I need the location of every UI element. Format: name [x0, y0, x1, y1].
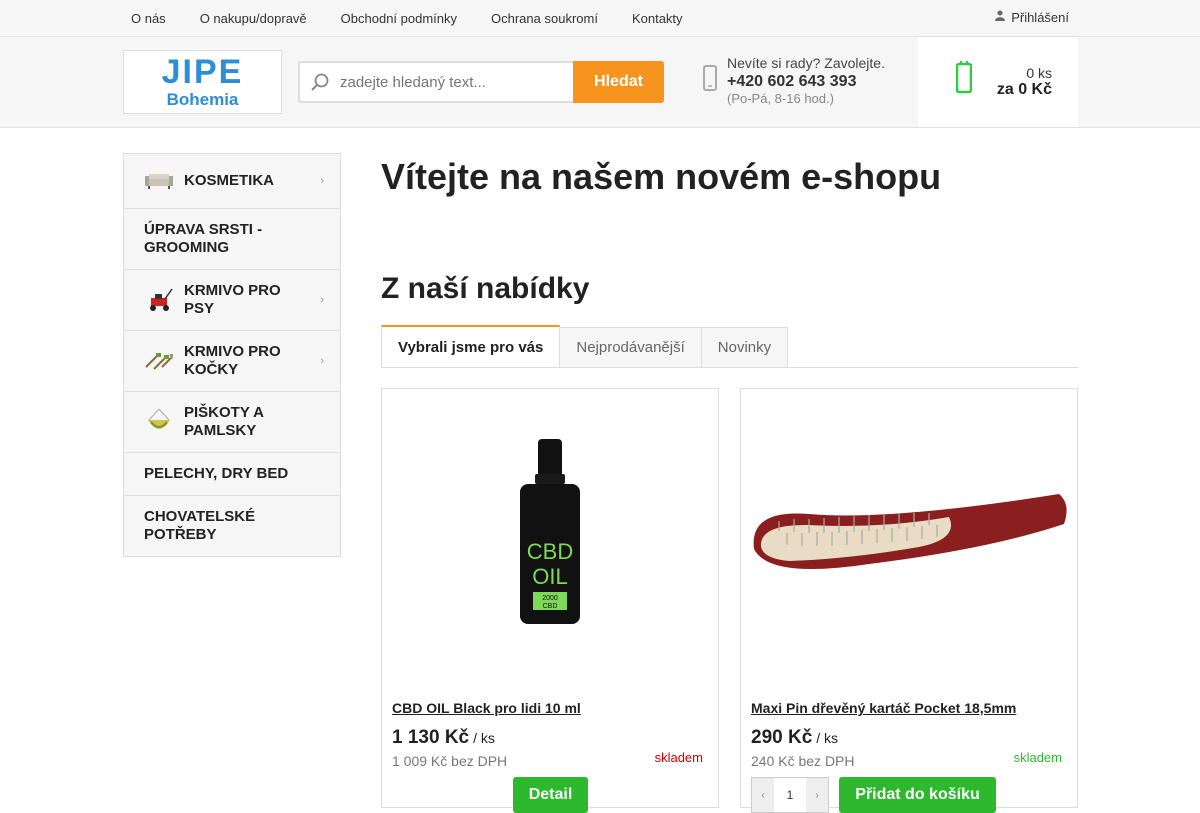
- lawnmower-icon: [144, 288, 174, 311]
- bottle-label-3: 2000: [542, 595, 558, 602]
- detail-button[interactable]: Detail: [513, 777, 588, 813]
- tab-recommended[interactable]: Vybrali jsme pro vás: [381, 325, 561, 367]
- phone-icon: [703, 65, 727, 107]
- login-link[interactable]: Přihlášení: [995, 0, 1069, 34]
- sidebar-item-label: PELECHY, DRY BED: [144, 465, 289, 482]
- product-tabs: Vybrali jsme pro vás Nejprodávanější Nov…: [381, 325, 1078, 368]
- product-price-value: 290 Kč: [751, 727, 813, 748]
- product-net-price: 1 009 Kč bez DPH: [392, 753, 508, 769]
- product-name[interactable]: Maxi Pin dřevěný kartáč Pocket 18,5mm: [751, 700, 1016, 716]
- stock-status: skladem: [654, 750, 703, 765]
- garden-tools-icon: [144, 350, 174, 372]
- main-content: Vítejte na našem novém e-shopu Z naší na…: [381, 153, 1078, 813]
- sidebar-item-krmivo-kocky[interactable]: KRMIVO PRO KOČKY ›: [124, 331, 340, 392]
- product-image[interactable]: [741, 389, 1077, 679]
- sofa-icon: [144, 170, 174, 192]
- product-price-unit: / ks: [473, 730, 495, 746]
- sidebar-item-kosmetika[interactable]: KOSMETIKA ›: [124, 154, 340, 209]
- nav-link-shopping-delivery[interactable]: O nakupu/dopravě: [200, 11, 307, 26]
- top-navigation: O nás O nakupu/dopravě Obchodní podmínky…: [123, 0, 709, 36]
- quantity-input[interactable]: 1: [774, 778, 806, 812]
- user-icon: [995, 10, 1006, 24]
- login-label: Přihlášení: [1011, 9, 1069, 25]
- top-bar: O nás O nakupu/dopravě Obchodní podmínky…: [0, 0, 1200, 37]
- quantity-increase-button[interactable]: ›: [806, 778, 828, 812]
- contact-prompt: Nevíte si rady? Zavolejte.: [727, 55, 885, 71]
- tab-bestsellers[interactable]: Nejprodávanější: [559, 327, 702, 367]
- contact-hours: (Po-Pá, 8-16 hod.): [727, 91, 834, 106]
- product-card: Maxi Pin dřevěný kartáč Pocket 18,5mm 29…: [740, 388, 1078, 813]
- search-box: [298, 61, 573, 103]
- nav-link-terms[interactable]: Obchodní podmínky: [341, 11, 457, 26]
- page-title: Vítejte na našem novém e-shopu: [381, 156, 942, 197]
- quantity-stepper: ‹ 1 ›: [751, 777, 829, 813]
- sidebar-item-pelechy[interactable]: PELECHY, DRY BED: [124, 453, 340, 496]
- sidebar-item-krmivo-psy[interactable]: KRMIVO PRO PSY ›: [124, 270, 340, 331]
- section-title: Z naší nabídky: [381, 272, 590, 305]
- nav-link-privacy[interactable]: Ochrana soukromí: [491, 11, 598, 26]
- cart-widget[interactable]: 0 ks za 0 Kč: [918, 37, 1078, 127]
- product-name[interactable]: CBD OIL Black pro lidi 10 ml: [392, 700, 581, 716]
- nav-link-contacts[interactable]: Kontakty: [632, 11, 683, 26]
- sidebar-item-grooming[interactable]: ÚPRAVA SRSTI - GROOMING: [124, 209, 340, 270]
- search-input[interactable]: [340, 73, 560, 91]
- sidebar-item-label: ÚPRAVA SRSTI - GROOMING: [144, 221, 263, 256]
- tab-new[interactable]: Novinky: [700, 327, 789, 367]
- product-price-unit: / ks: [816, 730, 839, 746]
- add-to-cart-button[interactable]: Přidat do košíku: [839, 777, 996, 813]
- sidebar-item-label: KRMIVO PRO PSY: [184, 282, 281, 317]
- quantity-decrease-button[interactable]: ‹: [752, 778, 774, 812]
- header: JIPE Bohemia Hledat Nevíte si rady? Zavo…: [0, 37, 1200, 128]
- sidebar-item-label: KRMIVO PRO KOČKY: [184, 343, 281, 378]
- hammock-icon: [144, 408, 174, 433]
- product-card: CBD OIL 2000 CBD CBD OIL Black pro lidi …: [381, 388, 719, 813]
- cart-total: za 0 Kč: [996, 81, 1052, 98]
- site-logo[interactable]: JIPE Bohemia: [123, 50, 282, 114]
- contact-phone[interactable]: +420 602 643 393: [727, 73, 885, 91]
- cart-icon: [955, 60, 973, 104]
- logo-text-main: JIPE: [161, 53, 244, 91]
- search-button[interactable]: Hledat: [573, 61, 664, 103]
- product-price: 1 130 Kč / ks: [392, 727, 495, 749]
- nav-link-about[interactable]: O nás: [131, 11, 166, 26]
- bottle-label-2: OIL: [532, 564, 567, 589]
- sidebar-item-label: PIŠKOTY A PAMLSKY: [184, 404, 264, 439]
- contact-block: Nevíte si rady? Zavolejte. +420 602 643 …: [703, 53, 885, 107]
- cart-quantity: 0 ks: [1026, 65, 1052, 81]
- search-icon: [300, 72, 340, 92]
- chevron-right-icon: ›: [320, 355, 324, 367]
- product-price-value: 1 130 Kč: [392, 727, 470, 748]
- bottle-label-1: CBD: [527, 539, 573, 564]
- sidebar-item-chovatelske[interactable]: CHOVATELSKÉ POTŘEBY: [124, 496, 340, 557]
- stock-status: skladem: [1013, 750, 1062, 765]
- category-sidebar: KOSMETIKA › ÚPRAVA SRSTI - GROOMING KRMI…: [123, 153, 341, 557]
- bottle-label-4: CBD: [543, 603, 558, 610]
- chevron-right-icon: ›: [320, 294, 324, 306]
- product-net-price: 240 Kč bez DPH: [751, 753, 855, 769]
- sidebar-item-label: KOSMETIKA: [184, 172, 274, 189]
- product-price: 290 Kč / ks: [751, 727, 838, 749]
- product-image[interactable]: CBD OIL 2000 CBD: [382, 389, 718, 679]
- search-form: Hledat: [298, 61, 664, 103]
- product-grid: CBD OIL 2000 CBD CBD OIL Black pro lidi …: [381, 388, 1078, 813]
- sidebar-item-piskoty[interactable]: PIŠKOTY A PAMLSKY: [124, 392, 340, 453]
- chevron-right-icon: ›: [320, 175, 324, 187]
- sidebar-item-label: CHOVATELSKÉ POTŘEBY: [144, 508, 256, 543]
- logo-text-sub: Bohemia: [166, 90, 239, 109]
